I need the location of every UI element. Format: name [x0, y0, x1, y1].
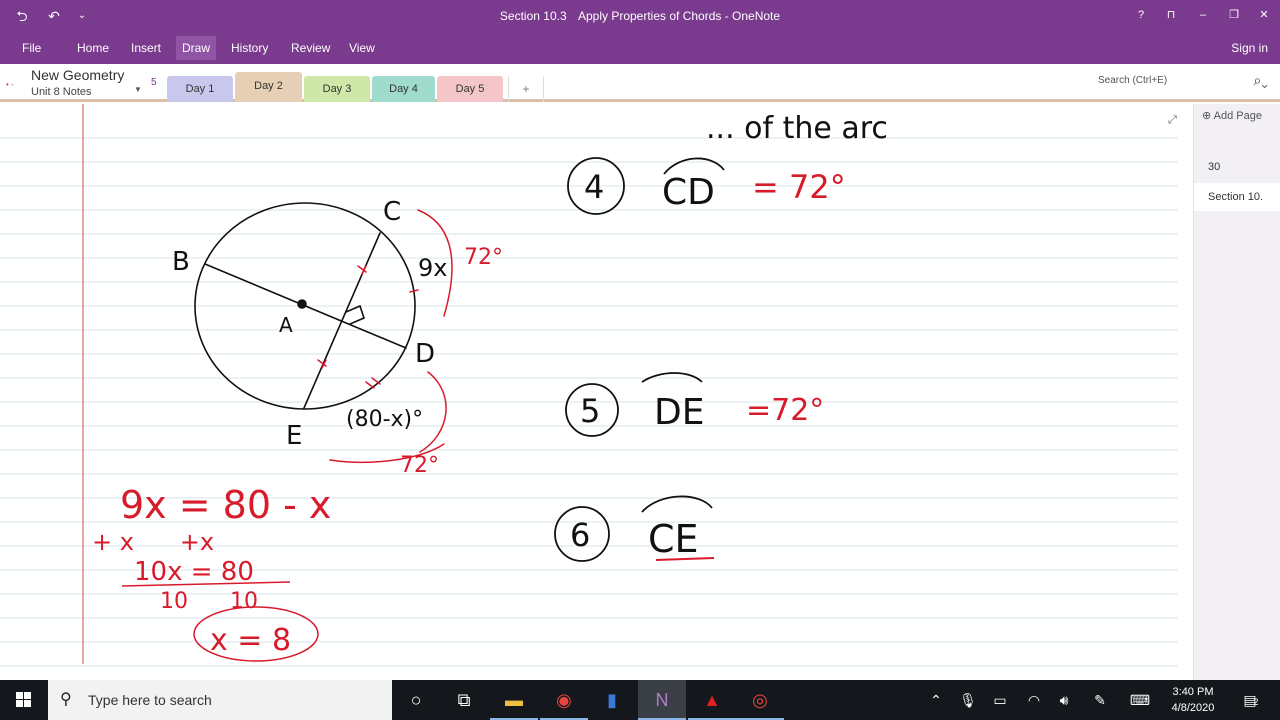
label-e: E: [286, 421, 302, 451]
notebook-icon: • ‑: [6, 80, 14, 89]
app-icon[interactable]: ▮: [588, 680, 636, 720]
onenote-icon[interactable]: N: [638, 680, 686, 720]
note-canvas[interactable]: B C D E A 9x (80-x)° 72° 72° 9x = 80 - x…: [0, 104, 1193, 680]
taskbar-search-placeholder: Type here to search: [88, 692, 212, 708]
search-placeholder: Search (Ctrl+E): [1098, 75, 1168, 86]
add-section-button[interactable]: +: [508, 76, 544, 102]
notebook-count: 5: [151, 77, 157, 88]
acrobat-icon[interactable]: ▲: [688, 680, 736, 720]
chrome-profile-icon[interactable]: ◎: [736, 680, 784, 720]
battery-icon[interactable]: ▭: [984, 680, 1016, 720]
pen-icon[interactable]: ✎: [1084, 680, 1116, 720]
chrome-icon[interactable]: ◉: [540, 680, 588, 720]
tab-view[interactable]: View: [345, 36, 379, 60]
tab-insert[interactable]: Insert: [127, 36, 165, 60]
notebook-bar: • ‑ New Geometry Unit 8 Notes ▼ 5 Day 1 …: [0, 64, 1280, 102]
section-tab-day-3[interactable]: Day 3: [304, 76, 370, 102]
title-bar: ⮌ ↶ ⌄ Section 10.3 Apply Properties of C…: [0, 0, 1280, 32]
problem-4-arc: CD: [662, 172, 715, 213]
file-explorer-icon[interactable]: ▬: [490, 680, 538, 720]
problem-4-num: 4: [584, 168, 604, 206]
tab-home[interactable]: Home: [73, 36, 113, 60]
plus-circle-icon: ⊕: [1202, 110, 1214, 122]
cortana-icon[interactable]: ○: [392, 680, 440, 720]
tab-history[interactable]: History: [227, 36, 272, 60]
label-d: D: [415, 339, 435, 369]
problem-circles: [554, 157, 725, 562]
problem-5-arc: DE: [654, 392, 704, 433]
problem-4-answer: = 72°: [752, 168, 846, 206]
sign-in-link[interactable]: Sign in: [1231, 36, 1268, 60]
section-tab-day-4[interactable]: Day 4: [372, 76, 435, 102]
section-tab-day-1[interactable]: Day 1: [167, 76, 233, 102]
work-line-4: 10 10: [160, 589, 258, 614]
notifications-icon[interactable]: ▤ 2: [1234, 680, 1266, 720]
taskbar-search[interactable]: ⚲ Type here to search: [48, 680, 392, 720]
label-b: B: [172, 247, 190, 277]
windows-start-icon[interactable]: [0, 680, 48, 720]
wifi-icon[interactable]: ◠: [1018, 680, 1050, 720]
problem-labels: 4 CD 5 DE 6 CE: [570, 168, 715, 561]
section-tab-day-2[interactable]: Day 2: [235, 72, 302, 102]
ribbon-tabs: File Home Insert Draw History Review Vie…: [0, 32, 1280, 64]
ink-drawing[interactable]: B C D E A 9x (80-x)° 72° 72° 9x = 80 - x…: [0, 104, 1193, 680]
clock[interactable]: 3:40 PM 4/8/2020: [1160, 684, 1226, 716]
arc-de-value: 72°: [400, 453, 439, 478]
arc-cd-expr: 9x: [418, 254, 447, 282]
taskbar: ⚲ Type here to search ○ ⧉ ▬ ◉ ▮ N ▲ ◎ ⌃ …: [0, 680, 1280, 720]
work-line-3: 10x = 80: [134, 557, 254, 587]
chevron-up-icon[interactable]: ⌃: [920, 680, 952, 720]
notification-count: 2: [1253, 697, 1259, 707]
time: 3:40 PM: [1172, 686, 1214, 698]
page-item[interactable]: 30: [1194, 153, 1280, 181]
add-page-button[interactable]: ⊕ Add Page: [1202, 109, 1262, 122]
notebook-name[interactable]: New Geometry: [31, 67, 124, 83]
window-title: Section 10.3 Apply Properties of Chords …: [499, 9, 781, 23]
arc-de-expr: (80-x)°: [346, 407, 423, 432]
search-box[interactable]: Search (Ctrl+E) ⌕⌄: [1086, 70, 1278, 94]
heading-text: ... of the arc: [706, 111, 888, 146]
minimize-icon[interactable]: –: [1188, 0, 1218, 32]
heading-partial: ... of the arc: [706, 111, 888, 146]
work-answer: x = 8: [210, 623, 291, 658]
problem-5-answer: =72°: [746, 393, 824, 428]
search-icon[interactable]: ⌕⌄: [1254, 72, 1268, 89]
help-button[interactable]: ?: [1126, 0, 1156, 32]
problem-answers: = 72° =72°: [746, 168, 846, 428]
restore-icon[interactable]: ❐: [1219, 0, 1249, 32]
diagram-labels: B C D E A 9x (80-x)°: [172, 197, 447, 451]
section-tab-day-5[interactable]: Day 5: [437, 76, 503, 102]
task-view-icon[interactable]: ⧉: [440, 680, 488, 720]
keyboard-icon[interactable]: ⌨: [1124, 680, 1156, 720]
page-list: ⊕ Add Page 30 Section 10.: [1193, 104, 1280, 680]
tab-file[interactable]: File: [18, 36, 45, 60]
volume-icon[interactable]: 🔊︎: [1048, 680, 1080, 720]
close-icon[interactable]: ✕: [1249, 0, 1279, 32]
microphone-icon[interactable]: 🎙︎: [952, 680, 984, 720]
work-line-1: 9x = 80 - x: [120, 483, 331, 527]
page-item-selected[interactable]: Section 10.: [1194, 183, 1280, 211]
work-line-2: + x +x: [92, 528, 214, 556]
ribbon-display-icon[interactable]: ⊓: [1156, 0, 1186, 32]
chevron-down-icon[interactable]: ▼: [134, 85, 142, 94]
label-c: C: [383, 197, 401, 227]
date: 4/8/2020: [1171, 702, 1215, 714]
problem-6-num: 6: [570, 516, 590, 554]
expand-icon[interactable]: ⤢: [1168, 114, 1177, 127]
search-icon: ⚲: [60, 691, 72, 708]
label-a: A: [279, 313, 293, 337]
problem-6-arc: CE: [648, 517, 699, 561]
problem-5-num: 5: [580, 392, 600, 430]
tab-review[interactable]: Review: [287, 36, 334, 60]
arc-cd-value: 72°: [464, 245, 503, 270]
section-group-name[interactable]: Unit 8 Notes: [31, 86, 92, 98]
tab-draw[interactable]: Draw: [176, 36, 217, 60]
